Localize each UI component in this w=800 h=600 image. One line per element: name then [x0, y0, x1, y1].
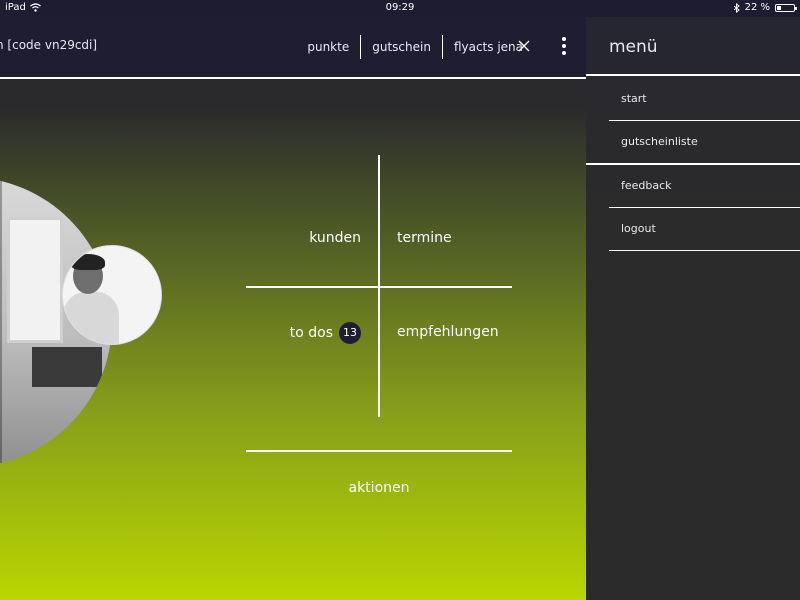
todos-count-badge: 13 — [339, 322, 361, 344]
side-menu: menü start gutscheinliste feedback logou… — [586, 17, 800, 600]
aktionen-link[interactable]: aktionen — [246, 480, 512, 496]
more-options-icon[interactable] — [557, 35, 571, 57]
clock: 09:29 — [385, 2, 415, 13]
menu-title: menü — [609, 37, 658, 57]
todos-label: to dos — [289, 325, 333, 341]
status-right: 22 % — [733, 2, 797, 13]
kunden-link[interactable]: kunden — [309, 230, 361, 246]
photo-window — [7, 217, 63, 343]
tab-punkte[interactable]: punkte — [296, 35, 360, 59]
user-code-label: n [code vn29cdi] — [0, 38, 98, 52]
empfehlungen-link[interactable]: empfehlungen — [397, 324, 499, 340]
bluetooth-icon — [733, 2, 740, 13]
menu-header: menü — [586, 17, 800, 76]
photo-desk — [32, 347, 102, 387]
avatar-body — [63, 292, 119, 344]
menu-item-logout[interactable]: logout — [609, 208, 800, 251]
battery-percent: 22 % — [744, 2, 770, 13]
close-icon[interactable] — [517, 39, 531, 53]
battery-icon — [775, 3, 797, 12]
top-tabs: punkte gutschein flyacts jena — [296, 35, 534, 59]
avatar-hair — [71, 254, 105, 270]
todos-link[interactable]: to dos 13 — [290, 322, 361, 344]
termine-link[interactable]: termine — [397, 230, 452, 246]
status-bar: iPad 09:29 22 % — [0, 0, 800, 17]
battery-fill — [777, 5, 781, 10]
top-navigation-bar: n [code vn29cdi] punkte gutschein flyact… — [0, 17, 586, 79]
tab-gutschein[interactable]: gutschein — [361, 35, 442, 59]
menu-item-feedback[interactable]: feedback — [609, 165, 800, 208]
menu-list: start gutscheinliste feedback logout — [586, 78, 800, 251]
menu-item-start[interactable]: start — [609, 78, 800, 121]
grid-horizontal-divider — [246, 286, 512, 288]
aktionen-divider — [246, 450, 512, 452]
main-view: n [code vn29cdi] punkte gutschein flyact… — [0, 17, 586, 600]
profile-avatar[interactable] — [62, 245, 162, 345]
menu-item-gutscheinliste[interactable]: gutscheinliste — [586, 121, 800, 165]
